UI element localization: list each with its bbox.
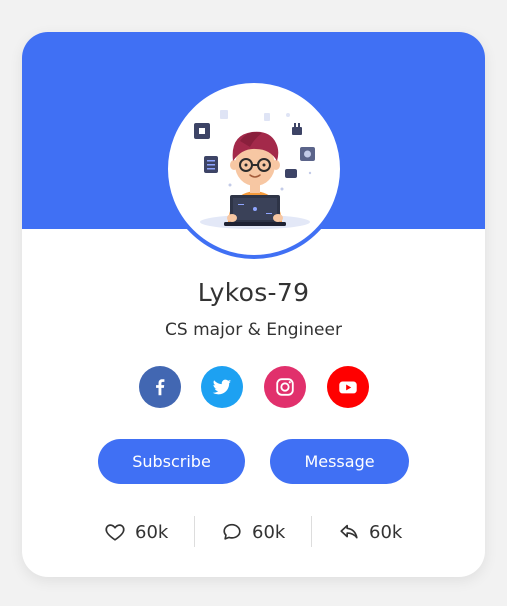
developer-avatar-illustration [168, 83, 340, 255]
profile-role: CS major & Engineer [165, 320, 342, 340]
shares-count: 60k [369, 521, 403, 543]
twitter-icon [212, 379, 232, 395]
profile-name: Lykos-79 [197, 278, 310, 307]
message-button[interactable]: Message [270, 439, 409, 484]
avatar [164, 79, 344, 259]
likes-count: 60k [135, 521, 169, 543]
stat-divider [311, 516, 312, 547]
comments-stat[interactable]: 60k [221, 514, 285, 550]
reply-icon [340, 524, 358, 539]
youtube-icon [339, 381, 357, 394]
subscribe-button[interactable]: Subscribe [98, 439, 245, 484]
stat-divider [194, 516, 195, 547]
comments-count: 60k [252, 521, 286, 543]
facebook-icon [156, 379, 165, 396]
likes-stat[interactable]: 60k [104, 514, 168, 550]
shares-stat[interactable]: 60k [338, 514, 402, 550]
youtube-button[interactable] [327, 366, 369, 408]
heart-icon [105, 524, 125, 541]
twitter-button[interactable] [201, 366, 243, 408]
facebook-button[interactable] [139, 366, 181, 408]
comment-icon [223, 523, 241, 540]
instagram-icon [276, 378, 294, 396]
profile-card: Lykos-79 CS major & Engineer Subscribe M… [22, 32, 485, 577]
instagram-button[interactable] [264, 366, 306, 408]
profile-stats: 60k 60k 60k [22, 514, 485, 550]
social-links [139, 366, 369, 408]
